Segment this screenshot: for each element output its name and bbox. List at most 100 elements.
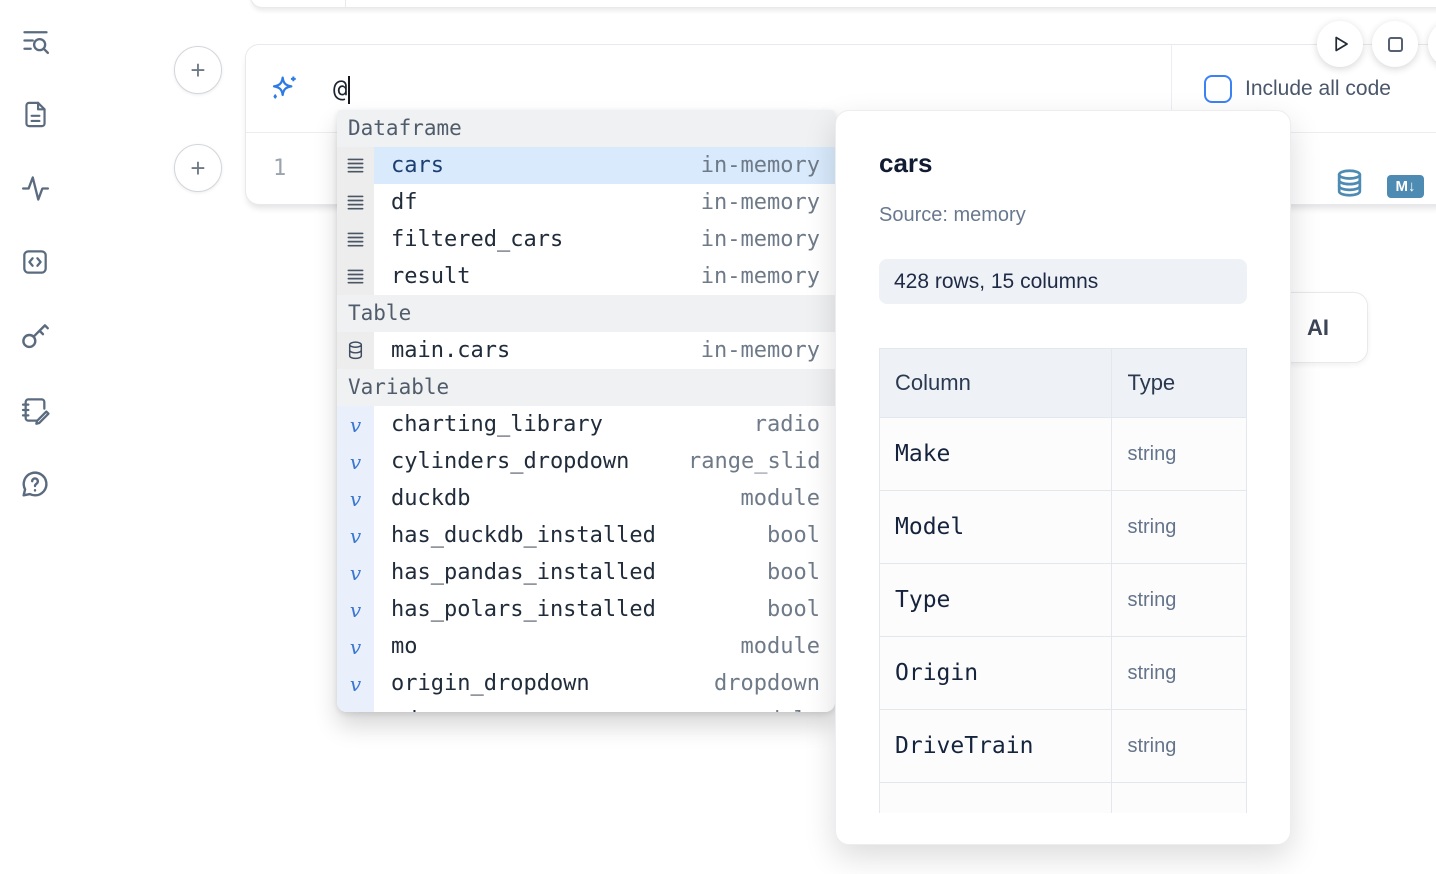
autocomplete-item-cylinders_dropdown[interactable]: vcylinders_dropdownrange_slider: [337, 443, 835, 480]
variable-glyph-icon: v: [350, 452, 361, 472]
schema-column-name: Type: [880, 564, 1112, 637]
file-document-icon[interactable]: [16, 96, 54, 132]
autocomplete-item-name: main.cars: [391, 338, 510, 363]
variable-glyph-icon: v: [350, 563, 361, 583]
autocomplete-item-name: filtered_cars: [391, 227, 563, 252]
autocomplete-item-pd[interactable]: vpdmodule: [337, 702, 835, 712]
add-cell-below-button[interactable]: +: [174, 144, 222, 192]
line-number: 1: [273, 156, 286, 181]
rows-icon: [337, 147, 374, 184]
autocomplete-item-cars[interactable]: cars in-memory: [337, 147, 835, 184]
autocomplete-item-type: in-memory: [688, 338, 820, 363]
rows-icon: [337, 258, 374, 295]
autocomplete-item-duckdb[interactable]: v duckdb module: [337, 480, 835, 517]
schema-row: [880, 783, 1247, 814]
autocomplete-item-type: in-memory: [688, 227, 820, 252]
autocomplete-section-header-table: Table: [337, 295, 835, 332]
dataframe-preview-popup: cars Source: memory 428 rows, 15 columns…: [835, 110, 1291, 845]
autocomplete-item-name: pd: [391, 708, 418, 712]
marimo-notebook: @ Include all code 1 M↓ + + AI Dataframe…: [0, 0, 1436, 874]
previous-cell-bottom-edge: [250, 0, 1436, 8]
schema-table-wrapper: ColumnType MakestringModelstringTypestri…: [879, 348, 1247, 813]
autocomplete-dropdown: Dataframecarsin-memorydfin-memoryfiltere…: [337, 110, 835, 712]
autocomplete-item-name: has_polars_installed: [391, 597, 656, 622]
variable-icon: v: [337, 665, 374, 702]
variable-icon: v: [337, 443, 374, 480]
autocomplete-item-type: bool: [688, 523, 820, 548]
variable-icon: v: [337, 628, 374, 665]
text-caret: [348, 76, 350, 104]
key-icon[interactable]: [16, 318, 54, 354]
rows-icon: [337, 184, 374, 221]
autocomplete-item-type: in-memory: [688, 153, 820, 178]
add-cell-above-button[interactable]: +: [174, 46, 222, 94]
schema-column-type: [1112, 783, 1247, 814]
schema-column-type: string: [1112, 418, 1247, 491]
schema-column-type: string: [1112, 564, 1247, 637]
schema-table: ColumnType MakestringModelstringTypestri…: [879, 348, 1247, 813]
variable-glyph-icon: v: [350, 600, 361, 620]
schema-column-type: string: [1112, 710, 1247, 783]
variable-icon: v: [337, 591, 374, 628]
schema-row: Originstring: [880, 637, 1247, 710]
previous-cell-divider: [345, 0, 346, 7]
autocomplete-item-type: in-memory: [688, 190, 820, 215]
autocomplete-item-has_duckdb_installed[interactable]: v has_duckdb_installed bool: [337, 517, 835, 554]
variable-icon: v: [337, 554, 374, 591]
variable-glyph-icon: v: [350, 526, 361, 546]
autocomplete-item-name: charting_library: [391, 412, 603, 437]
variable-glyph-icon: v: [350, 415, 361, 435]
autocomplete-item-type: module: [688, 486, 820, 511]
autocomplete-item-name: has_duckdb_installed: [391, 523, 656, 548]
autocomplete-item-name: cars: [391, 153, 444, 178]
schema-column-name: Origin: [880, 637, 1112, 710]
autocomplete-item-result[interactable]: result in-memory: [337, 258, 835, 295]
include-all-code-control[interactable]: Include all code: [1204, 75, 1391, 103]
activity-icon[interactable]: [16, 170, 54, 206]
autocomplete-item-type: in-memory: [688, 264, 820, 289]
schema-header-row: ColumnType: [880, 349, 1247, 418]
autocomplete-item-mo[interactable]: vmo module: [337, 628, 835, 665]
autocomplete-item-type: bool: [688, 597, 820, 622]
schema-row: Makestring: [880, 418, 1247, 491]
variable-glyph-icon: v: [350, 489, 361, 509]
autocomplete-item-type: module: [688, 634, 820, 659]
code-snippet-icon[interactable]: [16, 244, 54, 280]
schema-column-type: string: [1112, 637, 1247, 710]
autocomplete-item-has_polars_installed[interactable]: v has_polars_installed bool: [337, 591, 835, 628]
autocomplete-item-type: radio: [688, 412, 820, 437]
autocomplete-item-df[interactable]: df in-memory: [337, 184, 835, 221]
schema-row: Typestring: [880, 564, 1247, 637]
autocomplete-item-name: result: [391, 264, 470, 289]
autocomplete-item-type: range_slider: [688, 449, 820, 474]
rows-icon: [337, 221, 374, 258]
help-chat-icon[interactable]: [16, 466, 54, 502]
autocomplete-item-name: has_pandas_installed: [391, 560, 656, 585]
sidebar: [16, 22, 54, 502]
include-all-code-label: Include all code: [1245, 77, 1391, 101]
schema-column-name: [880, 783, 1112, 814]
autocomplete-item-main.cars[interactable]: main.cars in-memory: [337, 332, 835, 369]
table-of-contents-search-icon[interactable]: [16, 22, 54, 58]
autocomplete-item-name: mo: [391, 634, 418, 659]
include-all-code-checkbox[interactable]: [1204, 75, 1232, 103]
variable-icon: v: [337, 406, 374, 443]
schema-column-header: Column: [880, 349, 1112, 418]
autocomplete-item-origin_dropdown[interactable]: vorigin_dropdowndropdown: [337, 665, 835, 702]
autocomplete-item-name: origin_dropdown: [391, 671, 590, 696]
autocomplete-item-name: duckdb: [391, 486, 470, 511]
markdown-export-icon[interactable]: M↓: [1387, 175, 1424, 198]
stop-button[interactable]: [1372, 21, 1418, 67]
autocomplete-item-has_pandas_installed[interactable]: vhas_pandas_installedbool: [337, 554, 835, 591]
autocomplete-item-filtered_cars[interactable]: filtered_cars in-memory: [337, 221, 835, 258]
popup-source-label: Source: memory: [879, 204, 1245, 227]
play-icon: [1327, 31, 1353, 57]
database-action-icon[interactable]: [1334, 166, 1365, 203]
ai-prompt-input[interactable]: @: [333, 73, 350, 105]
scratchpad-icon[interactable]: [16, 392, 54, 428]
popup-title: cars: [879, 148, 1245, 178]
autocomplete-item-name: df: [391, 190, 418, 215]
autocomplete-item-charting_library[interactable]: v charting_library radio: [337, 406, 835, 443]
schema-column-name: Model: [880, 491, 1112, 564]
run-cell-button[interactable]: [1317, 21, 1363, 67]
